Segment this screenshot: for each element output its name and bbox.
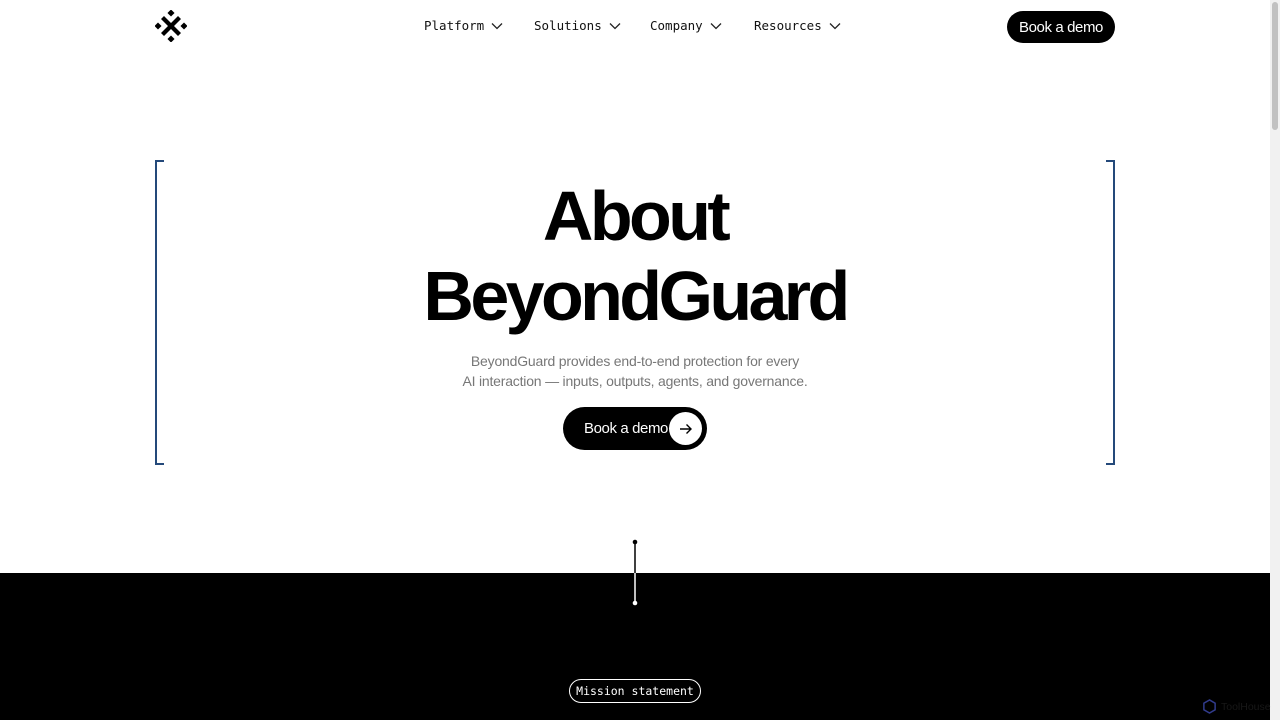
badge-label: ToolHouse xyxy=(1221,700,1271,713)
nav-item-label: Solutions xyxy=(534,18,602,33)
hero-subtitle-line-2: AI interaction — inputs, outputs, agents… xyxy=(462,373,808,389)
book-demo-hero-button[interactable]: Book a demo xyxy=(563,407,707,450)
book-demo-hero-label: Book a demo xyxy=(584,420,668,437)
nav-item-solutions[interactable]: Solutions xyxy=(534,18,621,33)
chevron-down-icon xyxy=(609,22,621,29)
chevron-down-icon xyxy=(491,22,503,29)
nav-item-resources[interactable]: Resources xyxy=(754,18,841,33)
toolhouse-badge[interactable]: ToolHouse xyxy=(1202,699,1271,714)
scrollbar-thumb[interactable] xyxy=(1272,2,1278,130)
nav-item-label: Company xyxy=(650,18,703,33)
hero-title-line-2: BeyondGuard xyxy=(423,257,850,335)
nav-item-label: Resources xyxy=(754,18,822,33)
mission-statement-tag: Mission statement xyxy=(569,679,701,703)
nav-item-company[interactable]: Company xyxy=(650,18,722,33)
hero-title-line-1: About xyxy=(542,177,731,255)
nav-item-label: Platform xyxy=(424,18,485,33)
page-scrollbar[interactable] xyxy=(1270,0,1280,720)
nav-item-platform[interactable]: Platform xyxy=(424,18,503,33)
connector-line-decoration xyxy=(632,539,638,606)
hexagon-icon xyxy=(1203,699,1216,714)
book-demo-header-button[interactable]: Book a demo xyxy=(1007,11,1115,43)
hero-subtitle-line-1: BeyondGuard provides end-to-end protecti… xyxy=(470,353,800,369)
arrow-right-icon xyxy=(669,412,702,445)
chevron-down-icon xyxy=(829,22,841,29)
chevron-down-icon xyxy=(710,22,722,29)
